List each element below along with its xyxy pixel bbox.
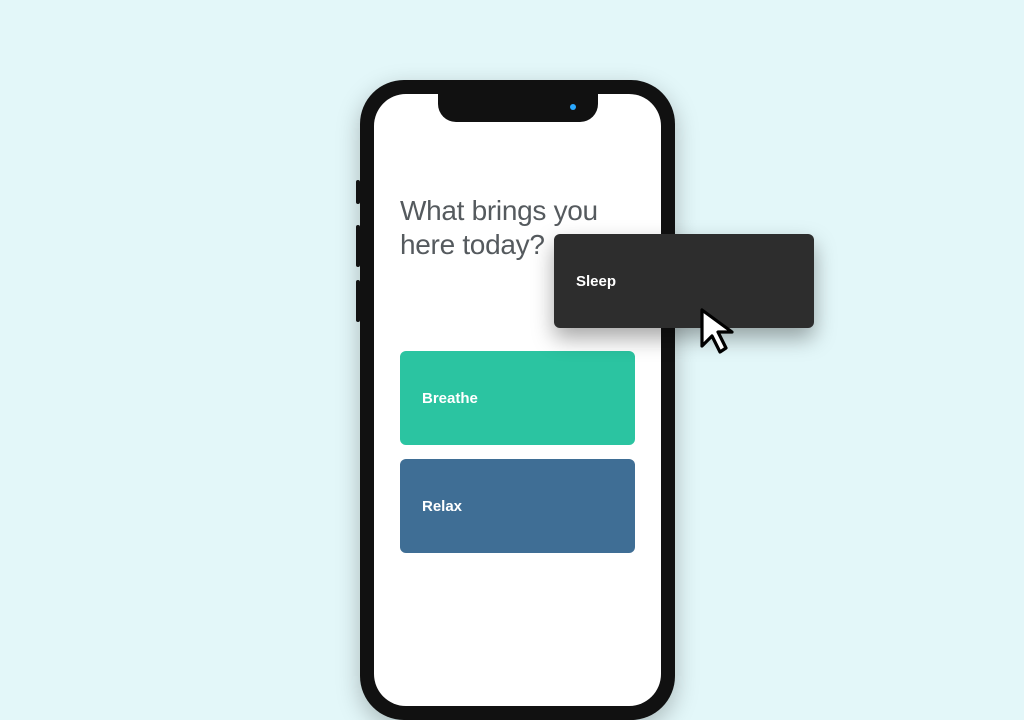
camera-indicator-icon	[570, 104, 576, 110]
option-label: Breathe	[422, 390, 478, 407]
phone-frame: What brings you here today? Breathe Rela…	[360, 80, 675, 720]
option-label: Relax	[422, 498, 462, 515]
option-card-relax[interactable]: Relax	[400, 459, 635, 553]
mute-switch	[356, 180, 360, 204]
cursor-icon	[696, 306, 744, 354]
option-card-sleep[interactable]: Sleep	[554, 234, 814, 328]
phone-screen: What brings you here today? Breathe Rela…	[374, 94, 661, 706]
phone-notch	[438, 94, 598, 122]
volume-down-button	[356, 280, 360, 322]
option-card-breathe[interactable]: Breathe	[400, 351, 635, 445]
volume-up-button	[356, 225, 360, 267]
option-label: Sleep	[576, 273, 616, 290]
